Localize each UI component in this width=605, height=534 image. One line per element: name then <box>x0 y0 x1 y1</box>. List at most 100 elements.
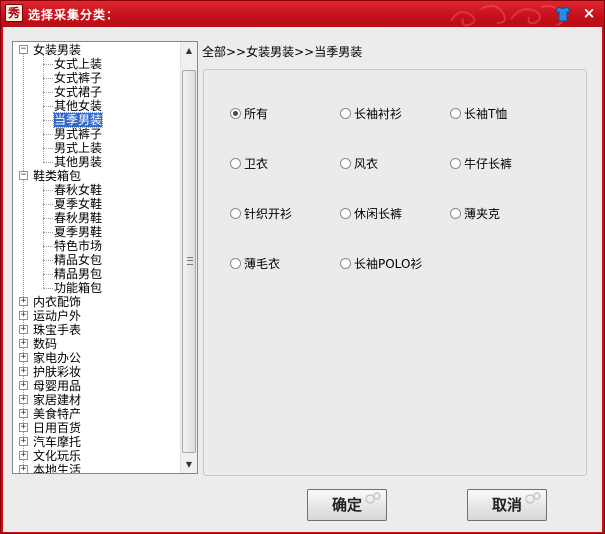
tree-node-category[interactable]: 护肤彩妆 <box>33 365 81 379</box>
radio-unchecked-icon[interactable] <box>450 108 461 119</box>
radio-unchecked-icon[interactable] <box>230 158 241 169</box>
radio-unchecked-icon[interactable] <box>340 158 351 169</box>
tree-expand-icon[interactable]: + <box>19 367 28 376</box>
tree-expand-icon[interactable]: + <box>19 311 28 320</box>
close-button[interactable]: × <box>579 4 599 23</box>
option-radio[interactable]: 针织开衫 <box>230 206 292 222</box>
tree-node-selected[interactable]: 当季男装 <box>52 112 104 128</box>
tree-connector <box>43 148 53 149</box>
tree-node-category[interactable]: 内衣配饰 <box>33 295 81 309</box>
tree-node-category[interactable]: 女装男装 <box>33 43 81 57</box>
title-bar[interactable]: 秀 选择采集分类： × <box>1 1 604 27</box>
tree-node-category[interactable]: 家居建材 <box>33 393 81 407</box>
tree-node-subcategory[interactable]: 精品女包 <box>54 253 102 267</box>
radio-unchecked-icon[interactable] <box>450 208 461 219</box>
tree-node-subcategory[interactable]: 其他男装 <box>54 155 102 169</box>
cancel-button-label: 取消 <box>491 496 522 514</box>
tree-node-category[interactable]: 鞋类箱包 <box>33 169 81 183</box>
tree-expand-icon[interactable]: + <box>19 297 28 306</box>
radio-checked-icon[interactable] <box>230 108 241 119</box>
tree-connector <box>43 204 53 205</box>
tree-node-subcategory[interactable]: 女式裤子 <box>54 71 102 85</box>
tree-expand-icon[interactable]: + <box>19 437 28 446</box>
button-swirl-icon <box>365 492 381 504</box>
scroll-down-icon[interactable]: ▼ <box>181 456 197 473</box>
tree-node-category[interactable]: 珠宝手表 <box>33 323 81 337</box>
tree-connector <box>43 190 53 191</box>
tree-expand-icon[interactable]: + <box>19 381 28 390</box>
option-label: 卫衣 <box>244 157 269 171</box>
tree-collapse-icon[interactable]: − <box>19 45 28 54</box>
tree-node-subcategory[interactable]: 春秋女鞋 <box>54 183 102 197</box>
option-radio[interactable]: 风衣 <box>340 156 378 172</box>
tree-expand-icon[interactable]: + <box>19 423 28 432</box>
tree-connector <box>43 260 53 261</box>
tree-node-category[interactable]: 日用百货 <box>33 421 81 435</box>
tree-node-subcategory[interactable]: 夏季男鞋 <box>54 225 102 239</box>
tree-node-category[interactable]: 数码 <box>33 337 57 351</box>
option-radio[interactable]: 所有 <box>230 106 268 122</box>
tree-node-category[interactable]: 汽车摩托 <box>33 435 81 449</box>
cancel-button[interactable]: 取消 <box>467 489 547 521</box>
category-tree-viewport: − 女装男装 女式上装 女式裤子 女式裙子 其他女装 当季男装 男式裤子 男式上装 其他男装 − 鞋类… <box>13 42 180 473</box>
tree-node-subcategory[interactable]: 精品男包 <box>54 267 102 281</box>
radio-unchecked-icon[interactable] <box>230 258 241 269</box>
option-label: 所有 <box>244 107 269 121</box>
option-radio[interactable]: 卫衣 <box>230 156 268 172</box>
tree-node-category[interactable]: 美食特产 <box>33 407 81 421</box>
app-icon: 秀 <box>5 4 23 22</box>
tree-expand-icon[interactable]: + <box>19 465 28 473</box>
tree-connector <box>43 288 53 289</box>
option-radio[interactable]: 长袖T恤 <box>450 106 507 122</box>
tree-node-subcategory[interactable]: 女式上装 <box>54 57 102 71</box>
tree-collapse-icon[interactable]: − <box>19 171 28 180</box>
tree-connector <box>43 218 53 219</box>
tree-node-category[interactable]: 母婴用品 <box>33 379 81 393</box>
tree-node-category[interactable]: 文化玩乐 <box>33 449 81 463</box>
tree-connector <box>43 92 53 93</box>
option-label: 长袖POLO衫 <box>354 257 423 271</box>
option-label: 薄毛衣 <box>244 257 281 271</box>
tree-expand-icon[interactable]: + <box>19 339 28 348</box>
tree-expand-icon[interactable]: + <box>19 353 28 362</box>
option-radio[interactable]: 长袖POLO衫 <box>340 256 422 272</box>
option-radio[interactable]: 休闲长裤 <box>340 206 402 222</box>
radio-unchecked-icon[interactable] <box>340 208 351 219</box>
tree-node-category[interactable]: 本地生活 <box>33 463 81 473</box>
tree-node-subcategory[interactable]: 春秋男鞋 <box>54 211 102 225</box>
tree-node-category[interactable]: 家电办公 <box>33 351 81 365</box>
skin-shirt-icon[interactable] <box>554 5 572 23</box>
radio-unchecked-icon[interactable] <box>340 108 351 119</box>
scroll-thumb[interactable] <box>182 70 196 453</box>
ok-button[interactable]: 确定 <box>307 489 387 521</box>
tree-node-subcategory[interactable]: 夏季女鞋 <box>54 197 102 211</box>
tree-node-subcategory[interactable]: 功能箱包 <box>54 281 102 295</box>
tree-node-category[interactable]: 运动户外 <box>33 309 81 323</box>
ok-button-label: 确定 <box>331 496 362 514</box>
radio-unchecked-icon[interactable] <box>340 258 351 269</box>
option-radio[interactable]: 长袖衬衫 <box>340 106 402 122</box>
option-label: 风衣 <box>354 157 379 171</box>
tree-expand-icon[interactable]: + <box>19 409 28 418</box>
tree-connector <box>43 78 53 79</box>
tree-expand-icon[interactable]: + <box>19 395 28 404</box>
tree-connector <box>43 55 44 162</box>
tree-node-subcategory[interactable]: 特色市场 <box>54 239 102 253</box>
button-swirl-icon <box>525 492 541 504</box>
radio-unchecked-icon[interactable] <box>230 208 241 219</box>
tree-node-subcategory[interactable]: 男式上装 <box>54 141 102 155</box>
tree-expand-icon[interactable]: + <box>19 451 28 460</box>
scroll-up-icon[interactable]: ▲ <box>181 42 197 59</box>
option-radio[interactable]: 薄夹克 <box>450 206 500 222</box>
option-radio[interactable]: 薄毛衣 <box>230 256 280 272</box>
option-label: 薄夹克 <box>464 207 501 221</box>
tree-connector <box>43 134 53 135</box>
tree-node-subcategory[interactable]: 女式裙子 <box>54 85 102 99</box>
tree-node-subcategory[interactable]: 男式裤子 <box>54 127 102 141</box>
radio-unchecked-icon[interactable] <box>450 158 461 169</box>
option-radio[interactable]: 牛仔长裤 <box>450 156 512 172</box>
tree-expand-icon[interactable]: + <box>19 325 28 334</box>
tree-scrollbar[interactable]: ▲ ▼ <box>180 42 197 473</box>
tree-connector <box>43 120 53 121</box>
tree-node-subcategory[interactable]: 其他女装 <box>54 99 102 113</box>
